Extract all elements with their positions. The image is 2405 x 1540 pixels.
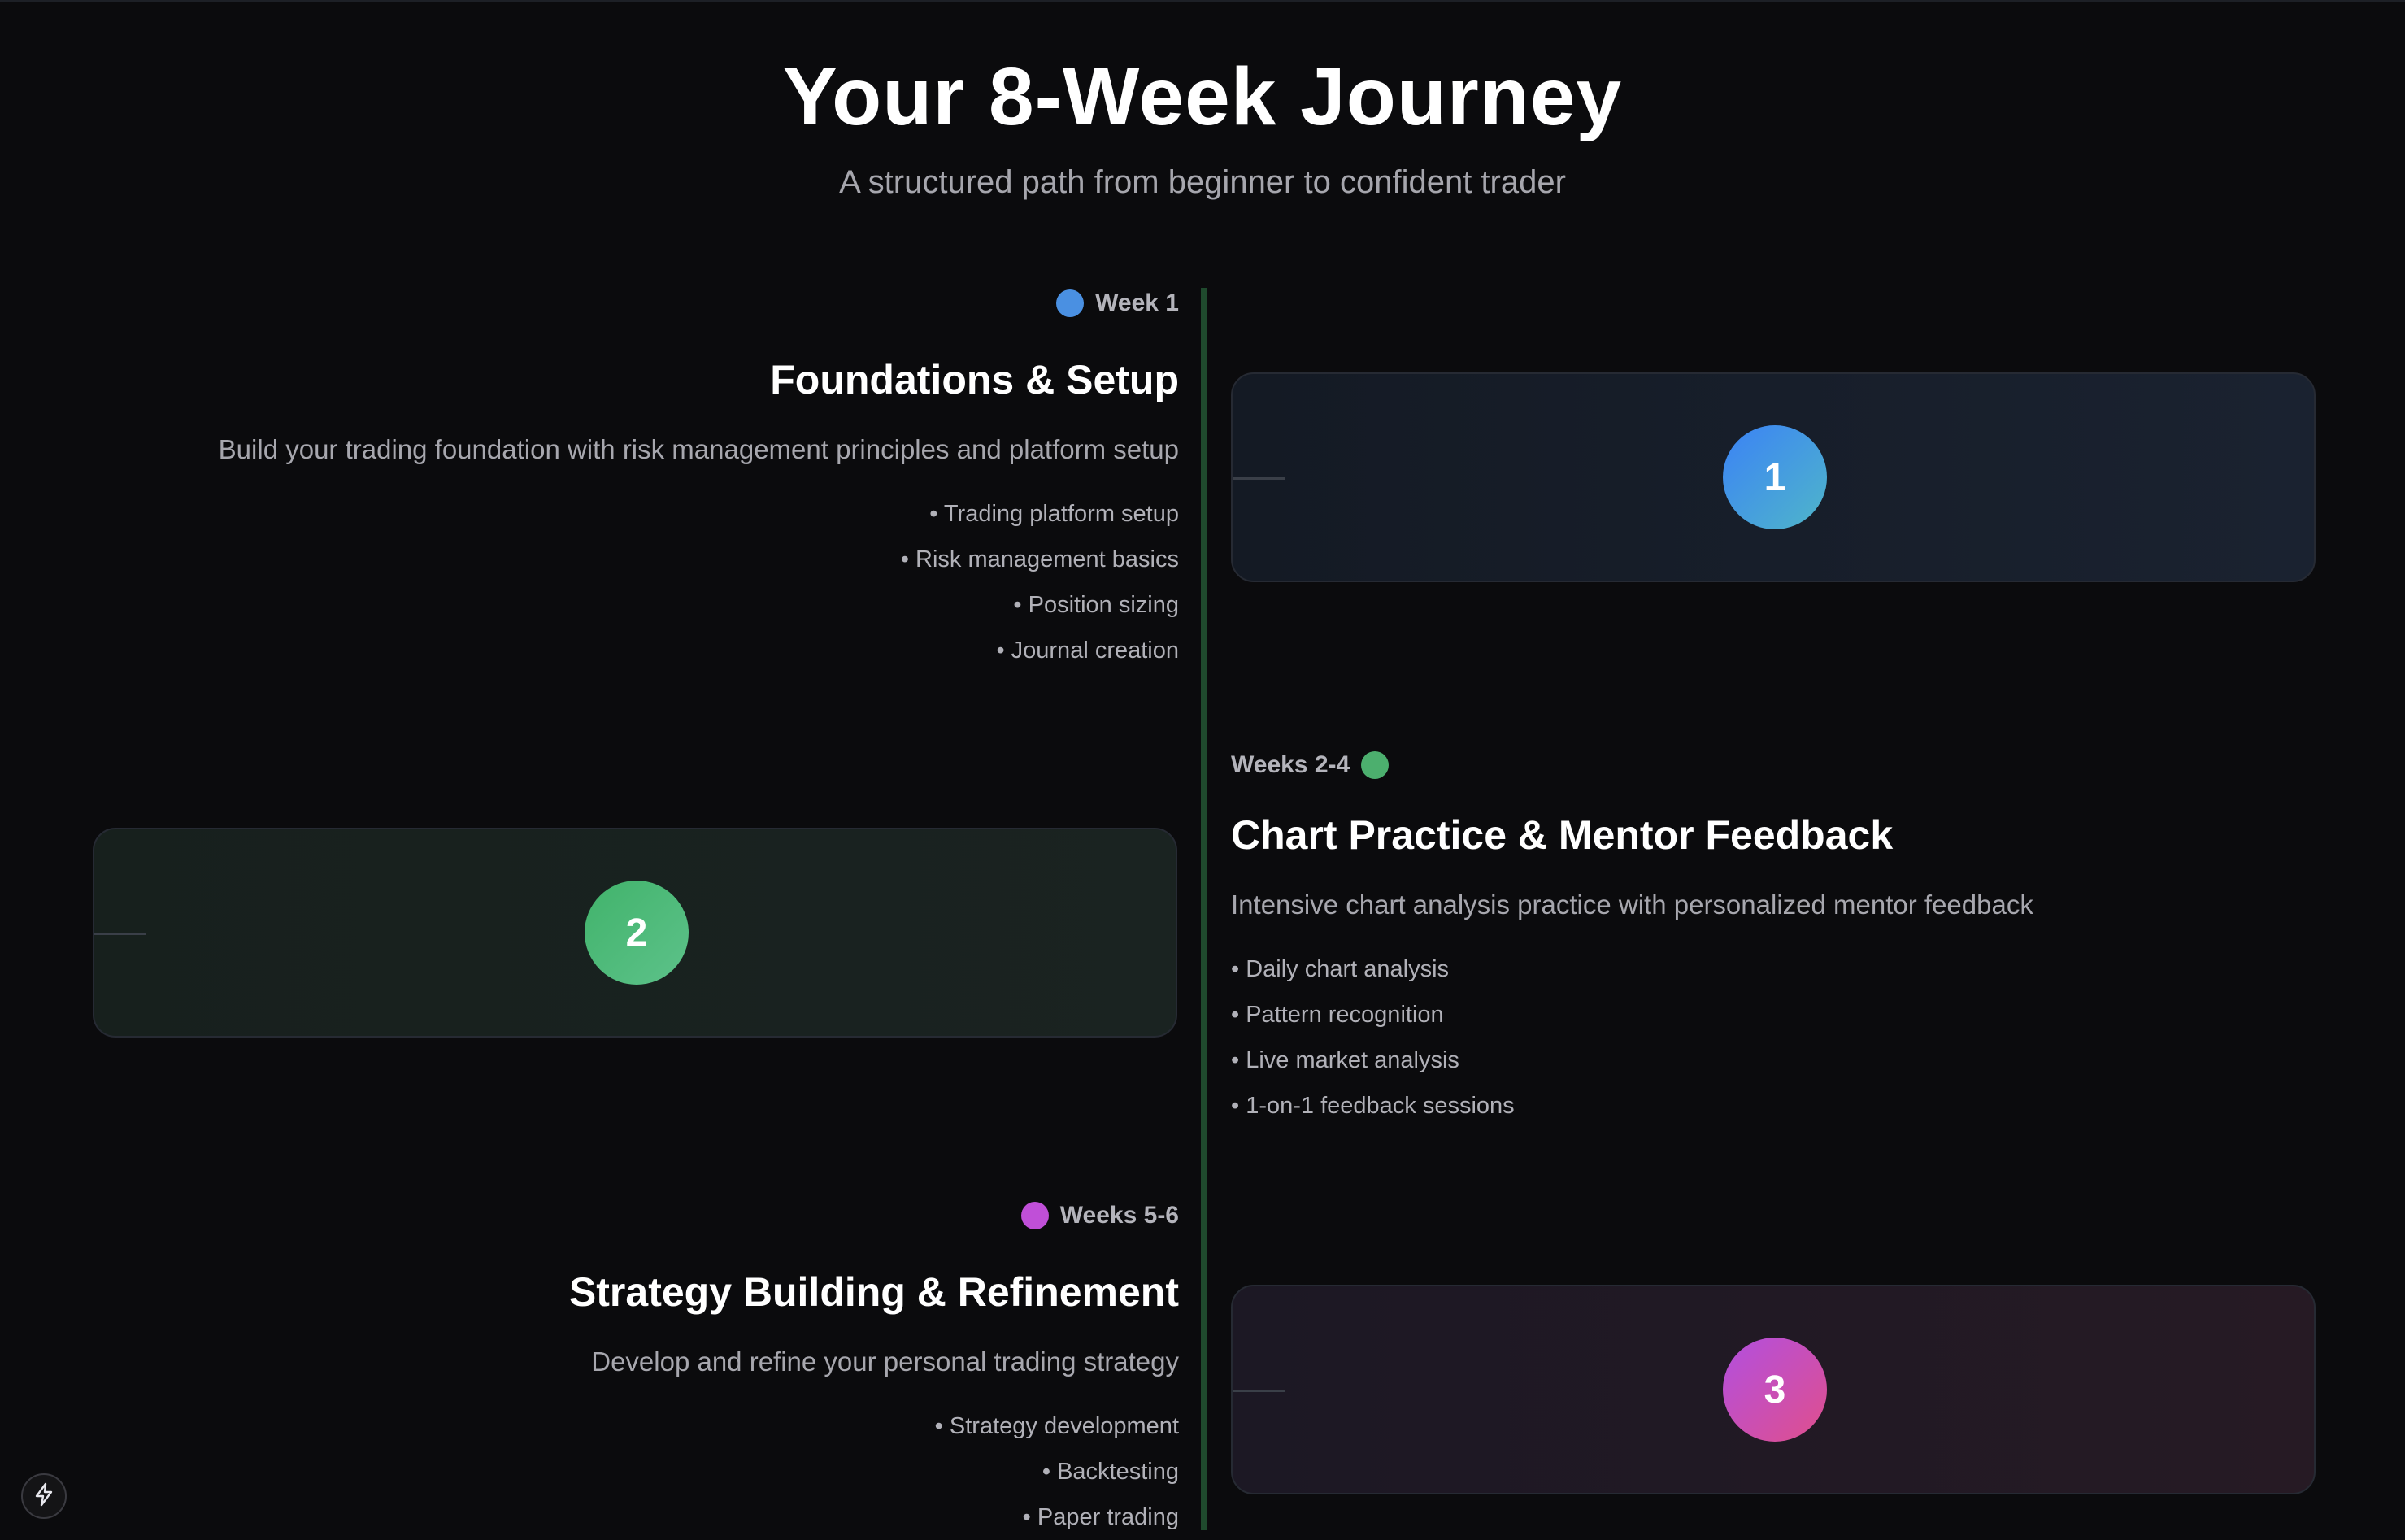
page-title: Your 8-Week Journey	[782, 51, 1623, 142]
phase-3-title: Strategy Building & Refinement	[568, 1269, 1179, 1315]
phase-2-bullet: • Pattern recognition	[1231, 1002, 1444, 1028]
phase-2-number-badge: 2	[585, 881, 689, 985]
phase-2-description: Intensive chart analysis practice with p…	[1231, 890, 2033, 920]
phase-3-tag-label: Weeks 5-6	[1059, 1202, 1179, 1229]
phase-3-tag: Weeks 5-6	[1020, 1202, 1179, 1229]
phase-1-bullet: • Position sizing	[1013, 592, 1179, 618]
phase-1-description: Build your trading foundation with risk …	[218, 434, 1179, 464]
top-border	[0, 0, 2405, 2]
phase-2-title: Chart Practice & Mentor Feedback	[1231, 812, 1894, 858]
phase-2-bullet: • Daily chart analysis	[1231, 956, 1450, 982]
phase-1-tag: Week 1	[1056, 289, 1179, 317]
phase-2-tag-label: Weeks 2-4	[1231, 751, 1350, 778]
phase-3-bullet: • Backtesting	[1042, 1459, 1179, 1485]
phase-2-tag: Weeks 2-4	[1231, 751, 1390, 779]
card-connector	[1233, 477, 1285, 480]
phase-3-number-badge: 3	[1723, 1338, 1827, 1442]
card-connector	[1233, 1390, 1285, 1392]
phase-1-bullet: • Risk management basics	[900, 546, 1179, 572]
phase-3-bullet: • Strategy development	[934, 1413, 1179, 1439]
phase-2-bullet: • 1-on-1 feedback sessions	[1231, 1093, 1515, 1119]
phase-1-dot	[1056, 289, 1085, 317]
lightning-bolt-icon	[33, 1482, 54, 1511]
phase-3-bullets: • Strategy development • Backtesting • P…	[528, 1403, 1179, 1530]
phase-2-bullets: • Daily chart analysis • Pattern recogni…	[1231, 946, 1963, 1129]
timeline-line	[1201, 288, 1207, 1530]
phase-1-bullets: • Trading platform setup • Risk manageme…	[528, 491, 1179, 673]
phase-2-card[interactable]: 2	[93, 828, 1177, 1038]
phase-2-dot	[1361, 751, 1390, 779]
phase-3-description: Develop and refine your personal trading…	[591, 1346, 1179, 1377]
phase-3-dot	[1020, 1202, 1049, 1229]
phase-2-bullet: • Live market analysis	[1231, 1047, 1459, 1073]
phase-1-tag-label: Week 1	[1095, 289, 1179, 316]
phase-3-card[interactable]: 3	[1231, 1285, 2316, 1494]
dev-tools-button[interactable]	[21, 1473, 67, 1519]
page-subtitle: A structured path from beginner to confi…	[839, 164, 1566, 200]
card-connector	[94, 933, 146, 935]
phase-1-title: Foundations & Setup	[770, 357, 1179, 402]
phase-1-bullet: • Trading platform setup	[929, 501, 1179, 527]
phase-1-number-badge: 1	[1723, 425, 1827, 529]
phase-1-bullet: • Journal creation	[996, 637, 1179, 663]
phase-1-card[interactable]: 1	[1231, 372, 2316, 582]
phase-3-bullet: • Paper trading	[1022, 1504, 1179, 1530]
